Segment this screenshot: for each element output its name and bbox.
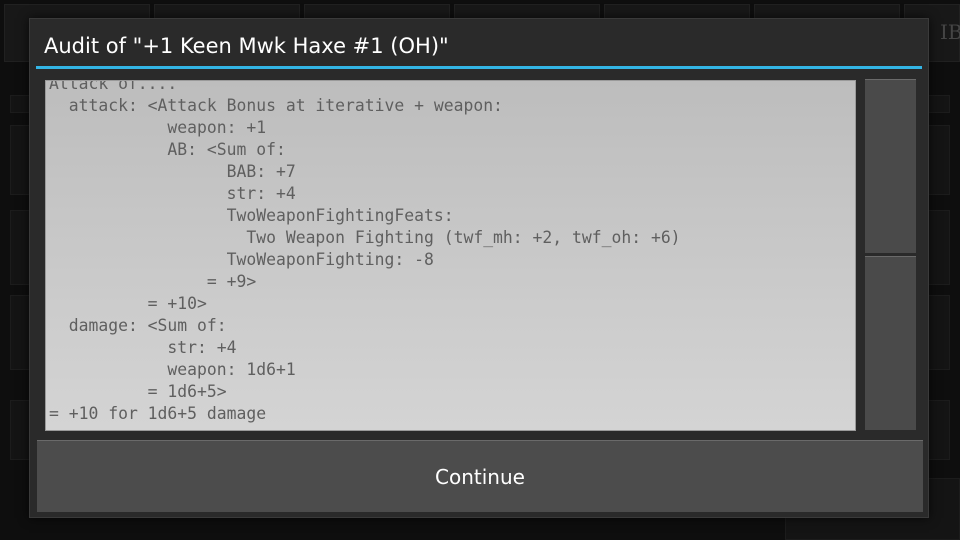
audit-line: damage: <Sum of:	[49, 316, 227, 335]
audit-line: TwoWeaponFighting: -8	[49, 250, 434, 269]
audit-text-area[interactable]: Attack of.... attack: <Attack Bonus at i…	[45, 80, 856, 431]
audit-text: Attack of.... attack: <Attack Bonus at i…	[49, 80, 681, 425]
scroll-up-button[interactable]	[865, 79, 916, 254]
continue-button-label: Continue	[435, 464, 525, 489]
scroll-controls	[865, 79, 916, 431]
audit-line: weapon: 1d6+1	[49, 360, 296, 379]
audit-line: Two Weapon Fighting (twf_mh: +2, twf_oh:…	[49, 228, 681, 247]
audit-line: AB: <Sum of:	[49, 140, 286, 159]
continue-button[interactable]: Continue	[37, 440, 923, 512]
audit-line: attack: <Attack Bonus at iterative + wea…	[49, 96, 503, 115]
audit-line: str: +4	[49, 184, 296, 203]
audit-line: = 1d6+5>	[49, 382, 227, 401]
audit-line: BAB: +7	[49, 162, 296, 181]
audit-line: TwoWeaponFightingFeats:	[49, 206, 454, 225]
audit-line: str: +4	[49, 338, 237, 357]
dialog-title: Audit of "+1 Keen Mwk Haxe #1 (OH)"	[44, 34, 449, 58]
audit-dialog: Audit of "+1 Keen Mwk Haxe #1 (OH)" Atta…	[29, 18, 929, 518]
scroll-down-button[interactable]	[865, 256, 916, 431]
title-divider	[36, 66, 922, 69]
audit-line: Attack of....	[49, 80, 178, 93]
audit-line: weapon: +1	[49, 118, 267, 137]
audit-line: = +9>	[49, 272, 257, 291]
audit-line: = +10>	[49, 294, 207, 313]
audit-line: = +10 for 1d6+5 damage	[49, 404, 267, 423]
